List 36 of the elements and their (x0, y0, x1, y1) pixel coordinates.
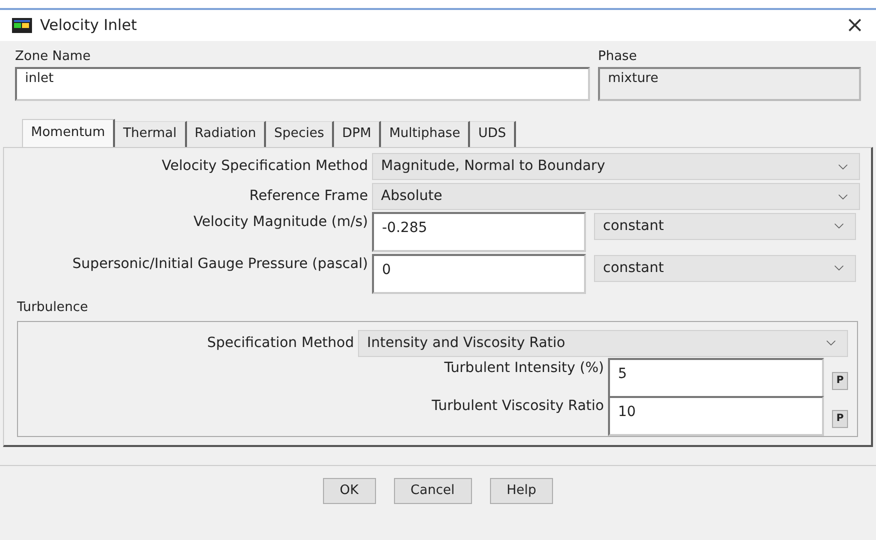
dialog-button[interactable]: OK (322, 478, 376, 504)
field-label: Specification Method (206, 334, 355, 352)
dropdown[interactable]: constant (594, 212, 856, 240)
tab[interactable]: DPM (334, 120, 382, 146)
dialog-button[interactable]: Cancel (394, 478, 472, 504)
tab[interactable]: Momentum (22, 118, 116, 146)
tab[interactable]: Thermal (115, 120, 187, 146)
readonly-field: mixture (598, 66, 861, 100)
field-label: Reference Frame (248, 187, 369, 206)
section-label: Turbulence (17, 298, 90, 316)
dropdown[interactable]: Absolute (372, 183, 860, 210)
field-label: Turbulent Viscosity Ratio (430, 397, 605, 416)
dropdown[interactable]: Intensity and Viscosity Ratio (358, 330, 848, 356)
tab[interactable]: Species (266, 120, 334, 146)
field-label: Zone Name (15, 48, 92, 66)
close-button[interactable]: × (846, 14, 864, 36)
input-field[interactable]: 10 (608, 396, 824, 436)
input-field[interactable]: 0 (372, 254, 586, 294)
tab[interactable]: UDS (470, 120, 516, 146)
tab[interactable]: Multiphase (381, 120, 470, 146)
input-field[interactable]: inlet (15, 66, 590, 100)
dropdown[interactable]: Magnitude, Normal to Boundary (372, 153, 860, 180)
dialog-button[interactable]: Help (490, 478, 554, 504)
tab[interactable]: Radiation (186, 120, 266, 146)
window-title: Velocity Inlet (40, 15, 137, 36)
field-label: Velocity Magnitude (m/s) (192, 212, 369, 232)
parameter-button[interactable]: P (832, 410, 848, 428)
app-icon (12, 18, 32, 33)
parameter-button[interactable]: P (832, 372, 848, 390)
field-label: Supersonic/Initial Gauge Pressure (pascal) (71, 254, 369, 274)
input-field[interactable]: -0.285 (372, 212, 586, 252)
field-label: Phase (598, 48, 638, 66)
input-field[interactable]: 5 (608, 358, 824, 398)
dropdown[interactable]: constant (594, 254, 856, 282)
field-label: Velocity Specification Method (160, 157, 369, 176)
field-label: Turbulent Intensity (%) (443, 359, 605, 378)
